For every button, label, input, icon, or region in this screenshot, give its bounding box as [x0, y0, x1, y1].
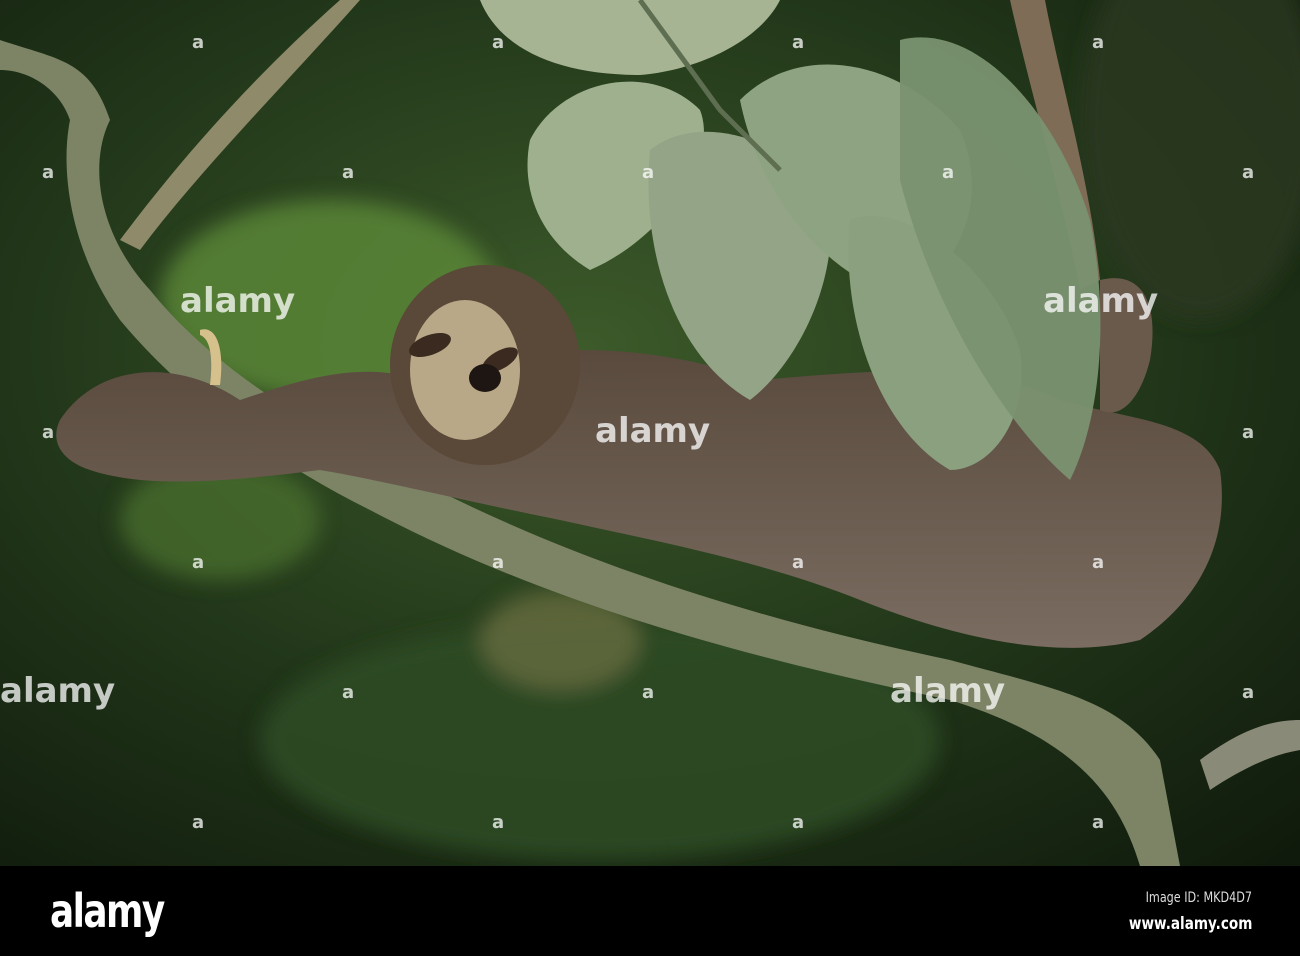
svg-text:a: a — [1092, 32, 1104, 53]
svg-text:a: a — [792, 552, 804, 573]
svg-text:a: a — [42, 422, 54, 443]
svg-text:a: a — [1242, 162, 1254, 183]
svg-text:a: a — [192, 552, 204, 573]
svg-text:alamy: alamy — [0, 671, 115, 711]
svg-text:a: a — [1242, 682, 1254, 703]
svg-text:alamy: alamy — [180, 281, 295, 321]
svg-text:a: a — [342, 682, 354, 703]
svg-text:a: a — [642, 162, 654, 183]
sloth-photo: alamy alamy alamy alamy alamy a a a a a … — [0, 0, 1300, 866]
alamy-logo: alamy — [50, 884, 165, 938]
footer-bar: alamy Image ID: MKD4D7 www.alamy.com — [0, 866, 1300, 956]
svg-text:a: a — [792, 812, 804, 833]
svg-text:a: a — [642, 682, 654, 703]
svg-text:a: a — [192, 32, 204, 53]
svg-text:alamy: alamy — [1043, 281, 1158, 321]
svg-text:alamy: alamy — [595, 411, 710, 451]
svg-text:a: a — [1092, 812, 1104, 833]
svg-text:a: a — [492, 32, 504, 53]
svg-text:a: a — [1092, 552, 1104, 573]
svg-text:a: a — [492, 552, 504, 573]
svg-text:a: a — [792, 32, 804, 53]
svg-text:a: a — [942, 162, 954, 183]
svg-text:alamy: alamy — [890, 671, 1005, 711]
image-id: Image ID: MKD4D7 — [1145, 890, 1252, 906]
svg-text:a: a — [492, 812, 504, 833]
svg-text:a: a — [42, 162, 54, 183]
svg-text:a: a — [342, 162, 354, 183]
site-url: www.alamy.com — [1128, 914, 1252, 934]
svg-text:a: a — [1242, 422, 1254, 443]
stock-photo-page: alamy alamy alamy alamy alamy a a a a a … — [0, 0, 1300, 956]
svg-text:a: a — [192, 812, 204, 833]
